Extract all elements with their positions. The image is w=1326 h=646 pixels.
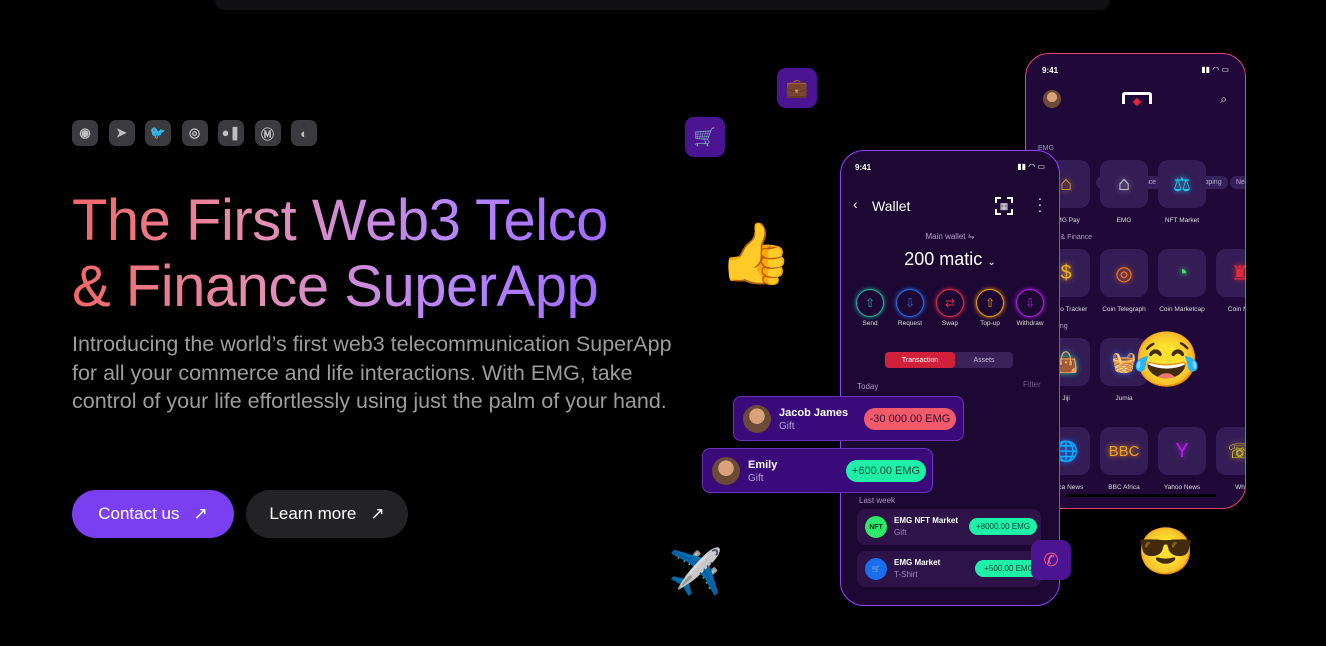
learn-more-button[interactable]: Learn more ↗: [246, 490, 408, 538]
app-tile-label: Jumia: [1115, 395, 1133, 402]
app-tile[interactable]: ⚖: [1158, 160, 1206, 208]
sunglasses-emoji: 😎: [1137, 525, 1195, 577]
main-wallet-label: Main wallet ⇋: [925, 232, 975, 241]
contact-name: Jacob James: [779, 407, 849, 419]
transaction-subtitle: T-Shirt: [894, 570, 918, 579]
app-tile-label: Yahoo News: [1163, 484, 1201, 491]
request-label: Request: [897, 320, 923, 327]
top-up-button[interactable]: ⇧: [976, 289, 1004, 317]
transaction-card[interactable]: Emily Gift +600.00 EMG: [702, 448, 933, 493]
top-up-label: Top-up: [980, 320, 1000, 327]
briefcase-icon: 💼: [777, 68, 817, 108]
qr-code-icon[interactable]: ▦: [995, 197, 1013, 215]
status-time: 9:41: [1042, 66, 1059, 75]
transaction-badge: 🛒: [865, 558, 887, 580]
transaction-row[interactable]: 🛒 EMG Market T-Shirt +500.00 EMG: [857, 551, 1043, 587]
filter-button[interactable]: Filter: [1023, 380, 1041, 389]
app-tile-label: EMG: [1116, 217, 1132, 224]
airplane-emoji: ✈️: [668, 548, 723, 597]
app-tile-label: Wh: [1235, 484, 1245, 491]
today-label: Today: [857, 382, 879, 391]
transaction-amount: +8000.00 EMG: [969, 518, 1037, 535]
shopping-cart-icon: 🛒: [685, 117, 725, 157]
headline-line-2: & Finance SuperApp: [72, 254, 599, 319]
app-tile-label: BBC Africa: [1108, 484, 1140, 491]
coinmarketcap-icon[interactable]: Ⓜ: [254, 120, 281, 146]
home-indicator: [1066, 494, 1216, 497]
app-tile-label: NFT Market: [1164, 217, 1200, 224]
swap-button[interactable]: ⇄: [936, 289, 964, 317]
app-tile[interactable]: Y: [1158, 427, 1206, 475]
app-tile[interactable]: ☏: [1216, 427, 1245, 475]
tab-transaction[interactable]: Transaction: [885, 352, 955, 368]
contact-name: Emily: [748, 459, 778, 471]
more-options-icon[interactable]: · · ·: [1037, 191, 1043, 217]
app-tile-label: Coin Telegraph: [1102, 306, 1146, 313]
app-tile[interactable]: ♜: [1216, 249, 1245, 297]
twitter-icon[interactable]: 🐦: [145, 120, 171, 146]
transaction-amount: -30 000.00 EMG: [864, 408, 956, 430]
page-title: The First Web3 Telco & Finance SuperApp: [72, 188, 608, 320]
contact-us-button[interactable]: Contact us ↗: [72, 490, 234, 538]
headline-line-1: The First Web3 Telco: [72, 188, 608, 253]
medium-icon[interactable]: ●❚: [218, 120, 244, 146]
phone-call-icon: ✆: [1031, 540, 1071, 580]
avatar[interactable]: [1043, 90, 1061, 108]
last-week-label: Last week: [859, 496, 896, 505]
request-button[interactable]: ⇩: [896, 289, 924, 317]
emg-logo: [1122, 92, 1152, 107]
discord-icon[interactable]: ◉: [72, 120, 98, 146]
transaction-subtitle: Gift: [748, 473, 764, 484]
hero-description: Introducing the world’s first web3 telec…: [72, 332, 672, 413]
back-icon[interactable]: ‹: [853, 196, 858, 212]
wallet-title: Wallet: [872, 198, 911, 214]
thumbs-up-emoji: 👍: [718, 220, 793, 287]
transaction-amount: +600.00 EMG: [846, 460, 926, 482]
tears-of-joy-emoji: 😂: [1133, 330, 1201, 390]
wallet-phone-mockup: 9:41 ▮▮ ◠ ▭ ‹ Wallet ▦ · · · Main wallet ⇋…: [840, 150, 1060, 606]
app-tile-label: Coin Ma: [1227, 306, 1245, 313]
withdraw-button[interactable]: ⇩: [1016, 289, 1044, 317]
contact-us-label: Contact us: [98, 504, 180, 523]
status-icons: ▮▮ ◠ ▭: [1201, 65, 1229, 74]
status-icons: ▮▮ ◠ ▭: [1017, 162, 1045, 171]
status-time: 9:41: [855, 163, 872, 172]
search-icon[interactable]: ⌕: [1220, 92, 1227, 107]
learn-more-label: Learn more: [269, 504, 357, 523]
transaction-subtitle: Gift: [779, 421, 795, 432]
instagram-icon[interactable]: ◎: [181, 120, 208, 146]
arrow-up-right-icon: ↗: [193, 504, 208, 523]
chip-new[interactable]: New: [1230, 176, 1245, 189]
withdraw-label: Withdraw: [1016, 320, 1044, 327]
transaction-badge: NFT: [865, 516, 887, 538]
transaction-title: EMG NFT Market: [894, 516, 959, 525]
swap-label: Swap: [941, 320, 959, 327]
app-tile[interactable]: ◔: [1158, 249, 1206, 297]
arrow-up-right-icon: ↗: [370, 504, 385, 523]
avatar: [712, 457, 740, 485]
tab-bar: Transaction Assets: [885, 352, 1013, 368]
app-tile[interactable]: BBC: [1100, 427, 1148, 475]
avatar: [743, 405, 771, 433]
transaction-card[interactable]: Jacob James Gift -30 000.00 EMG: [733, 396, 964, 441]
telegram-icon[interactable]: ➤: [108, 120, 135, 146]
transaction-row[interactable]: NFT EMG NFT Market Gift +8000.00 EMG: [857, 509, 1041, 545]
wallet-balance[interactable]: 200 matic ⌄: [841, 249, 1059, 270]
tab-assets[interactable]: Assets: [955, 352, 1013, 368]
top-nav-bar: [215, 0, 1110, 10]
app-tile-label: Coin Marketcap: [1159, 306, 1205, 313]
app-tile[interactable]: ◎: [1100, 249, 1148, 297]
send-label: Send: [862, 320, 878, 327]
coingecko-icon[interactable]: ◐: [291, 120, 317, 146]
transaction-subtitle: Gift: [894, 528, 907, 537]
send-button[interactable]: ⇧: [856, 289, 884, 317]
app-tile[interactable]: ⌂: [1100, 160, 1148, 208]
transaction-title: EMG Market: [894, 558, 941, 567]
swap-wallet-icon: ⇋: [967, 232, 975, 241]
chevron-down-icon: ⌄: [987, 257, 996, 268]
